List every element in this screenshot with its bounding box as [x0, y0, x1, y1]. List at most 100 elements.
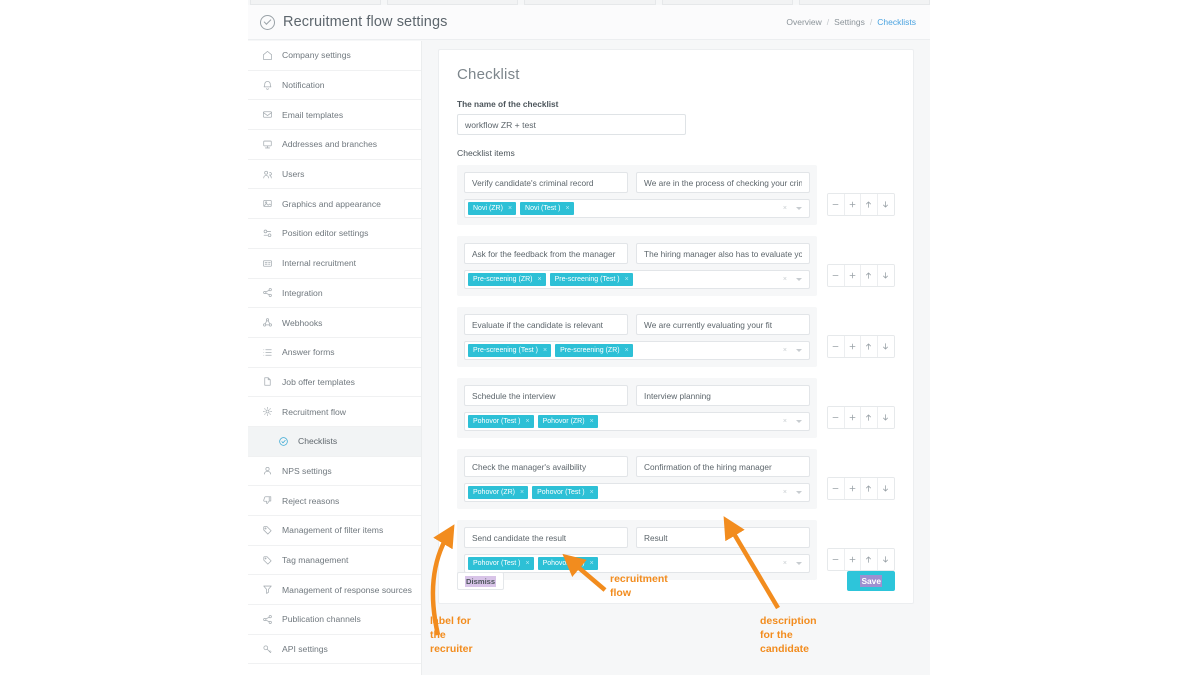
chip-remove-x-icon[interactable]: × — [625, 347, 629, 354]
move-row-down-button[interactable] — [877, 407, 894, 428]
chip-remove-x-icon[interactable]: × — [590, 560, 594, 567]
recruiter-label-input[interactable] — [464, 314, 629, 335]
dismiss-button[interactable]: Dismiss — [457, 572, 505, 590]
flow-stage-chip[interactable]: Pre-screening (Test ) × — [549, 273, 633, 286]
chevron-down-icon[interactable] — [796, 349, 802, 352]
decrease-row-button[interactable] — [828, 265, 845, 286]
recruitment-flow-select[interactable]: Pohovor (Test ) × Pohovor (ZR) × × — [464, 412, 810, 431]
move-row-up-button[interactable] — [861, 549, 878, 570]
clear-x-icon[interactable]: × — [783, 489, 787, 496]
chip-remove-x-icon[interactable]: × — [508, 205, 512, 212]
chip-remove-x-icon[interactable]: × — [520, 489, 524, 496]
sidebar-item-addresses-and-branches[interactable]: Addresses and branches — [248, 130, 421, 160]
flow-stage-chip[interactable]: Pohovor (ZR) × — [537, 415, 598, 428]
flow-stage-chip[interactable]: Pre-screening (Test ) × — [468, 344, 552, 357]
sidebar-item-answer-forms[interactable]: Answer forms — [248, 338, 421, 368]
sidebar-item-job-offer-templates[interactable]: Job offer templates — [248, 368, 421, 398]
move-row-up-button[interactable] — [861, 407, 878, 428]
flow-stage-chip[interactable]: Pohovor (Test ) × — [468, 415, 534, 428]
decrease-row-button[interactable] — [828, 336, 845, 357]
flow-stage-chip[interactable]: Pohovor (Test ) × — [468, 557, 534, 570]
sidebar-item-checklists[interactable]: Checklists — [248, 426, 421, 457]
recruiter-label-input[interactable] — [464, 243, 629, 264]
sidebar-item-position-editor-settings[interactable]: Position editor settings — [248, 219, 421, 249]
chevron-down-icon[interactable] — [796, 491, 802, 494]
chevron-down-icon[interactable] — [796, 278, 802, 281]
move-row-up-button[interactable] — [861, 265, 878, 286]
decrease-row-button[interactable] — [828, 549, 845, 570]
candidate-description-input[interactable] — [636, 243, 810, 264]
sidebar-item-management-of-filter-items[interactable]: Management of filter items — [248, 516, 421, 546]
move-row-down-button[interactable] — [877, 265, 894, 286]
sidebar-item-api-settings[interactable]: API settings — [248, 635, 421, 665]
breadcrumb-item-checklists[interactable]: Checklists — [877, 17, 916, 27]
sidebar-item-integration[interactable]: Integration — [248, 279, 421, 309]
move-row-down-button[interactable] — [877, 478, 894, 499]
increase-row-button[interactable] — [844, 407, 862, 428]
recruitment-flow-select[interactable]: Novi (ZR) × Novi (Test ) × × — [464, 199, 810, 218]
move-row-down-button[interactable] — [877, 336, 894, 357]
sidebar-item-internal-recruitment[interactable]: Internal recruitment — [248, 249, 421, 279]
flow-stage-chip[interactable]: Pre-screening (ZR) × — [468, 273, 546, 286]
chevron-down-icon[interactable] — [796, 420, 802, 423]
move-row-down-button[interactable] — [877, 549, 894, 570]
chevron-down-icon[interactable] — [796, 562, 802, 565]
sidebar-item-notification[interactable]: Notification — [248, 71, 421, 101]
candidate-description-input[interactable] — [636, 385, 810, 406]
increase-row-button[interactable] — [844, 265, 862, 286]
candidate-description-input[interactable] — [636, 314, 810, 335]
sidebar-item-nps-settings[interactable]: NPS settings — [248, 457, 421, 487]
chip-remove-x-icon[interactable]: × — [565, 205, 569, 212]
clear-x-icon[interactable]: × — [783, 205, 787, 212]
candidate-description-input[interactable] — [636, 172, 810, 193]
chip-remove-x-icon[interactable]: × — [590, 489, 594, 496]
chip-remove-x-icon[interactable]: × — [625, 276, 629, 283]
recruitment-flow-select[interactable]: Pre-screening (ZR) × Pre-screening (Test )… — [464, 270, 810, 289]
sidebar-item-recruitment-flow[interactable]: Recruitment flow — [248, 397, 421, 427]
clear-x-icon[interactable]: × — [783, 418, 787, 425]
recruiter-label-input[interactable] — [464, 172, 629, 193]
sidebar-item-email-templates[interactable]: Email templates — [248, 100, 421, 131]
candidate-description-input[interactable] — [636, 527, 810, 548]
decrease-row-button[interactable] — [828, 194, 845, 215]
increase-row-button[interactable] — [844, 478, 862, 499]
sidebar-item-reject-reasons[interactable]: Reject reasons — [248, 486, 421, 516]
sidebar-item-graphics-and-appearance[interactable]: Graphics and appearance — [248, 189, 421, 220]
decrease-row-button[interactable] — [828, 407, 845, 428]
increase-row-button[interactable] — [844, 549, 862, 570]
clear-x-icon[interactable]: × — [783, 276, 787, 283]
decrease-row-button[interactable] — [828, 478, 845, 499]
recruiter-label-input[interactable] — [464, 456, 629, 477]
candidate-description-input[interactable] — [636, 456, 810, 477]
flow-stage-chip[interactable]: Pohovor (ZR) × — [537, 557, 598, 570]
sidebar-item-tag-management[interactable]: Tag management — [248, 546, 421, 576]
clear-x-icon[interactable]: × — [783, 347, 787, 354]
chip-remove-x-icon[interactable]: × — [525, 560, 529, 567]
move-row-up-button[interactable] — [861, 478, 878, 499]
recruiter-label-input[interactable] — [464, 385, 629, 406]
recruiter-label-input[interactable] — [464, 527, 629, 548]
move-row-down-button[interactable] — [877, 194, 894, 215]
chip-remove-x-icon[interactable]: × — [543, 347, 547, 354]
increase-row-button[interactable] — [844, 336, 862, 357]
flow-stage-chip[interactable]: Novi (ZR) × — [468, 202, 517, 215]
flow-stage-chip[interactable]: Pohovor (ZR) × — [468, 486, 529, 499]
increase-row-button[interactable] — [844, 194, 862, 215]
sidebar-item-publication-channels[interactable]: Publication channels — [248, 605, 421, 635]
save-button[interactable]: Save — [847, 571, 895, 591]
recruitment-flow-select[interactable]: Pohovor (ZR) × Pohovor (Test ) × × — [464, 483, 810, 502]
breadcrumb-item-settings[interactable]: Settings — [834, 17, 865, 27]
chip-remove-x-icon[interactable]: × — [590, 418, 594, 425]
chip-remove-x-icon[interactable]: × — [525, 418, 529, 425]
recruitment-flow-select[interactable]: Pre-screening (Test ) × Pre-screening (ZR)… — [464, 341, 810, 360]
sidebar-item-company-settings[interactable]: Company settings — [248, 41, 421, 71]
flow-stage-chip[interactable]: Pre-screening (ZR) × — [555, 344, 633, 357]
sidebar-item-management-of-response-sources[interactable]: Management of response sources — [248, 575, 421, 606]
sidebar-item-users[interactable]: Users — [248, 160, 421, 190]
clear-x-icon[interactable]: × — [783, 560, 787, 567]
chip-remove-x-icon[interactable]: × — [538, 276, 542, 283]
chevron-down-icon[interactable] — [796, 207, 802, 210]
breadcrumb-item-overview[interactable]: Overview — [786, 17, 821, 27]
sidebar-item-webhooks[interactable]: Webhooks — [248, 308, 421, 338]
move-row-up-button[interactable] — [861, 194, 878, 215]
